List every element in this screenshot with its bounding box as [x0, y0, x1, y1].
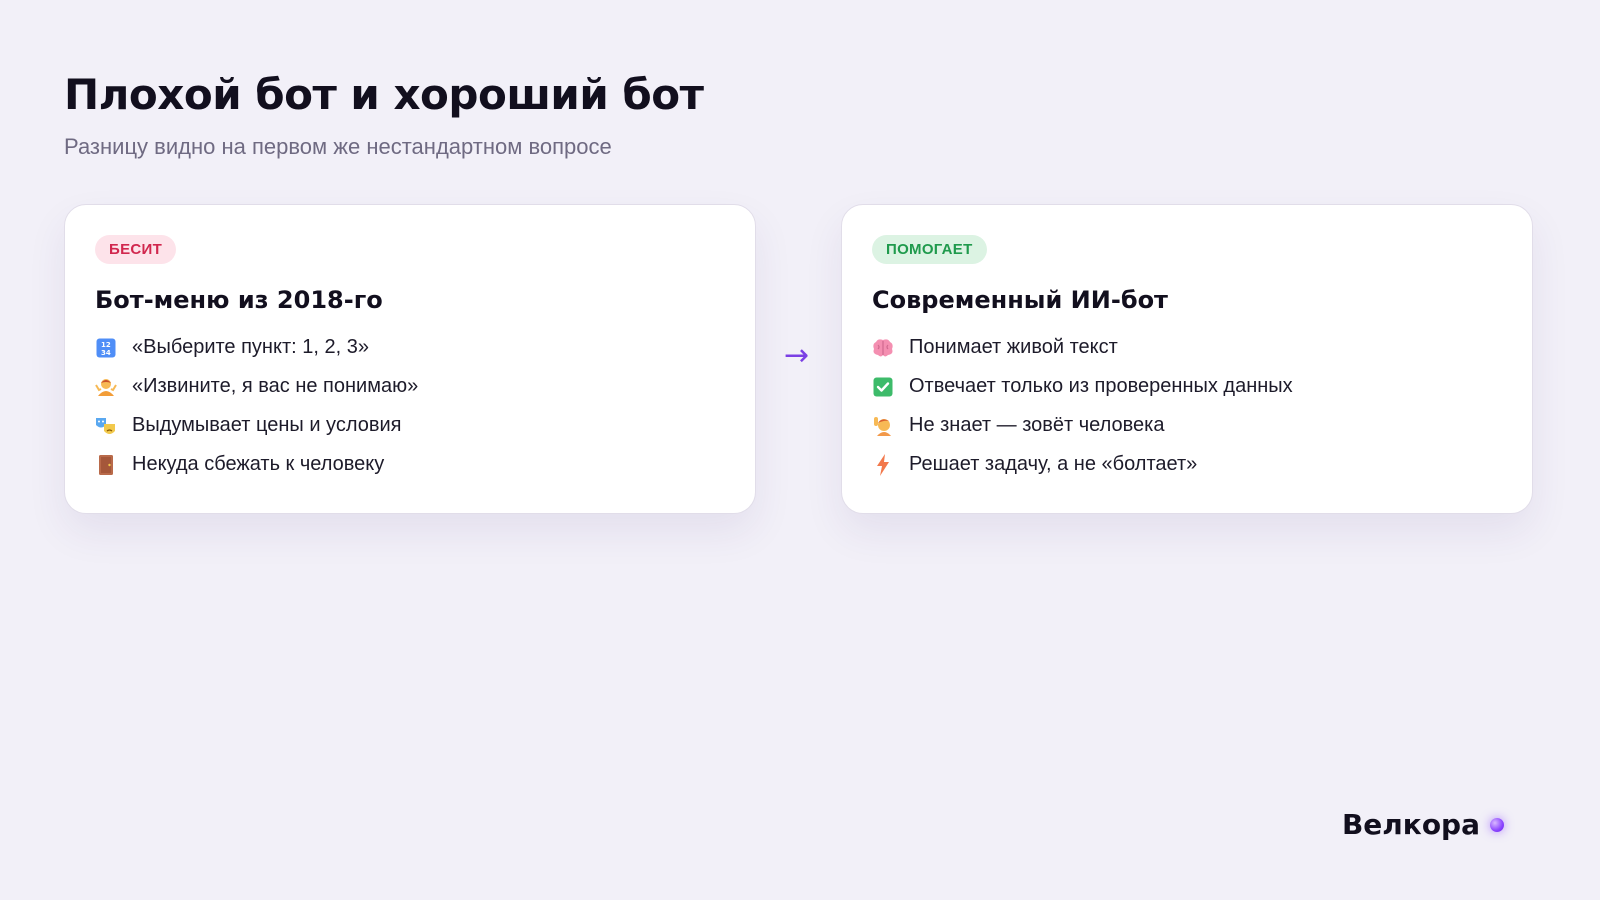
arrow-right-icon: → — [784, 338, 810, 373]
list-item-text: Не знает — зовёт человека — [909, 414, 1165, 436]
brand-logo: Велкора — [1342, 808, 1504, 841]
page-title: Плохой бот и хороший бот — [64, 70, 704, 119]
svg-text:34: 34 — [101, 349, 111, 357]
list-item-text: «Выберите пункт: 1, 2, 3» — [132, 336, 369, 358]
list-item: Понимает живой текст — [872, 328, 1502, 367]
list-item-text: Понимает живой текст — [909, 336, 1118, 358]
check-icon — [872, 376, 894, 398]
good-bot-card: ПОМОГАЕТ Современный ИИ-бот Понимает жив… — [841, 204, 1533, 514]
brain-icon — [872, 337, 894, 359]
list-item: Отвечает только из проверенных данных — [872, 367, 1502, 406]
list-item-text: Некуда сбежать к человеку — [132, 453, 385, 475]
good-bot-title: Современный ИИ-бот — [872, 286, 1168, 314]
numbers-icon: 12 34 — [95, 337, 117, 359]
list-item: Выдумывает цены и условия — [95, 406, 725, 445]
list-item: Некуда сбежать к человеку — [95, 445, 725, 484]
svg-text:12: 12 — [101, 341, 111, 349]
brand-name: Велкора — [1341, 808, 1480, 841]
list-item-text: Решает задачу, а не «болтает» — [909, 453, 1198, 475]
bad-bot-card: БЕСИТ Бот-меню из 2018-го 12 34 «Выберите… — [64, 204, 756, 514]
list-item-text: Отвечает только из проверенных данных — [909, 375, 1293, 397]
list-item: 12 34 «Выберите пункт: 1, 2, 3» — [95, 328, 725, 367]
bad-bot-title: Бот-меню из 2018-го — [95, 286, 383, 314]
door-icon — [95, 454, 117, 476]
shrug-icon — [95, 376, 117, 398]
list-item-text: «Извините, я вас не понимаю» — [132, 375, 419, 397]
good-badge: ПОМОГАЕТ — [872, 235, 987, 264]
page-subtitle: Разницу видно на первом же нестандартном… — [64, 134, 612, 159]
lightning-icon — [872, 453, 894, 476]
theater-masks-icon — [95, 415, 117, 437]
list-item: Не знает — зовёт человека — [872, 406, 1502, 445]
brand-dot-icon — [1490, 817, 1504, 832]
list-item: «Извините, я вас не понимаю» — [95, 367, 725, 406]
good-bot-list: Понимает живой текст Отвечает только из … — [872, 328, 1502, 484]
raised-hand-icon — [872, 415, 894, 437]
list-item: Решает задачу, а не «болтает» — [872, 445, 1502, 484]
list-item-text: Выдумывает цены и условия — [132, 414, 402, 436]
bad-badge: БЕСИТ — [95, 235, 177, 264]
bad-bot-list: 12 34 «Выберите пункт: 1, 2, 3» «Извините… — [95, 328, 725, 484]
